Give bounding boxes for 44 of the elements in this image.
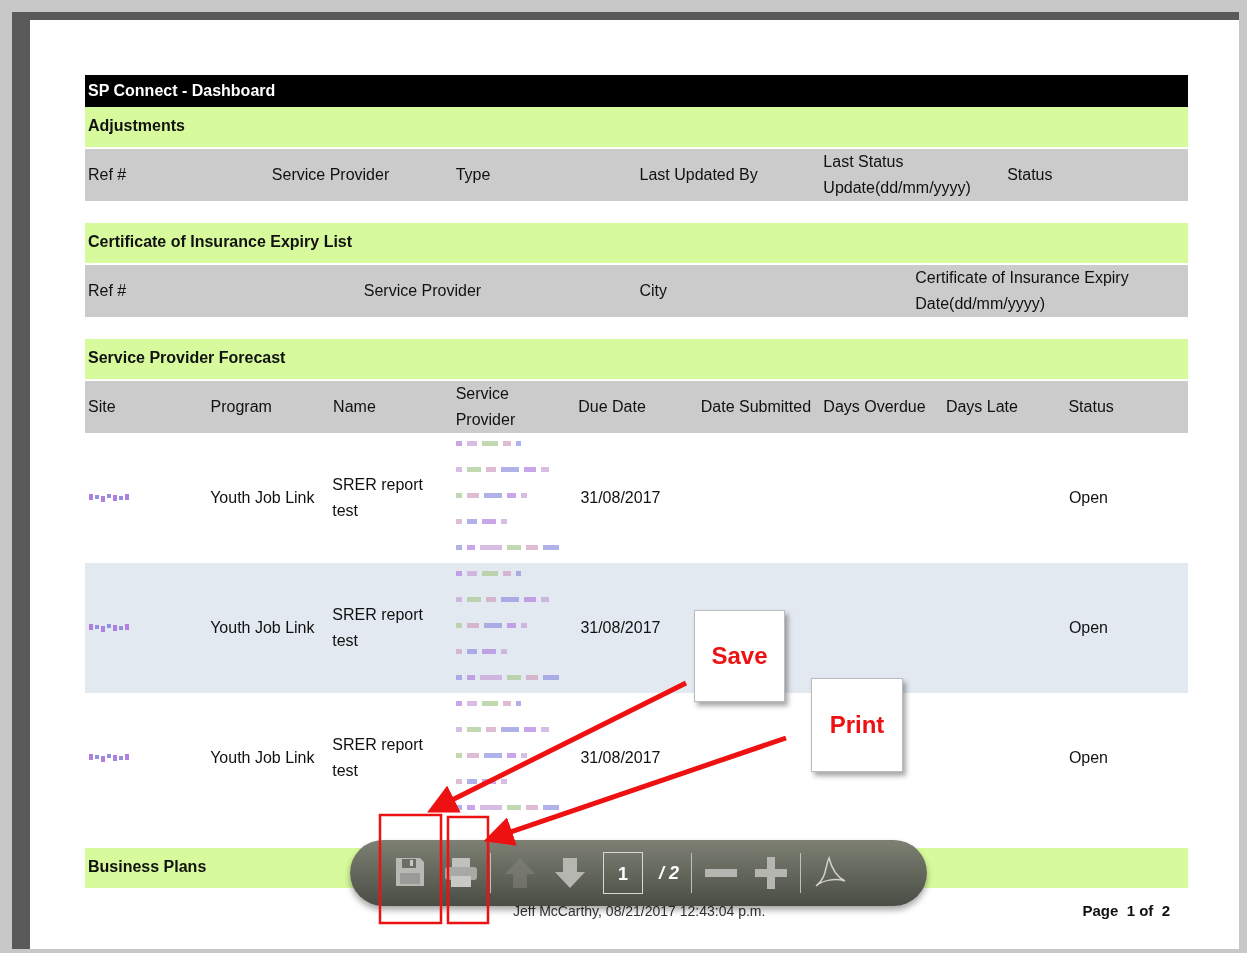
column-header: Days Overdue xyxy=(822,397,927,417)
report-title: SP Connect - Dashboard xyxy=(85,75,1188,107)
section-heading: Service Provider Forecast xyxy=(85,339,1188,379)
column-header: Service Provider xyxy=(270,165,391,185)
section-heading: Certificate of Insurance Expiry List xyxy=(85,223,1188,263)
column-header: Service Provider xyxy=(362,281,483,301)
page-number: Page 1 of 2 xyxy=(1082,902,1170,920)
column-header: Type xyxy=(454,165,492,185)
callout-label: Save xyxy=(694,610,785,702)
table-cell-text: SRER report test xyxy=(332,605,424,651)
table-cell-text: Open xyxy=(1068,488,1108,508)
section-heading: Adjustments xyxy=(85,107,1188,147)
page-number-field[interactable]: 1 xyxy=(603,852,643,894)
column-header: Status xyxy=(1067,397,1115,417)
column-header: Date Submitted xyxy=(699,397,813,417)
page-count: / 2 xyxy=(659,862,679,884)
column-header: Last Status Update(dd/mm/yyyy) xyxy=(822,152,972,198)
plus-icon[interactable] xyxy=(754,856,788,890)
callout-label: Print xyxy=(811,678,903,772)
table-cell-text: 31/08/2017 xyxy=(580,618,661,638)
table-cell-text: 31/08/2017 xyxy=(580,488,661,508)
column-header: City xyxy=(638,281,669,301)
table-cell-text: Youth Job Link xyxy=(210,488,315,508)
print-icon[interactable] xyxy=(444,856,478,890)
trefoil-icon[interactable] xyxy=(813,856,847,890)
column-header: Certificate of Insurance Expiry Date(dd/mm/yyyy) xyxy=(914,268,1130,314)
table-cell-text: SRER report test xyxy=(332,475,424,521)
column-header: Ref # xyxy=(87,165,128,185)
column-header: Last Updated By xyxy=(638,165,759,185)
table-cell-text: Youth Job Link xyxy=(210,748,315,768)
table-cell-text: Open xyxy=(1068,618,1108,638)
down-arrow-icon[interactable] xyxy=(553,856,587,890)
column-header: Program xyxy=(209,397,273,417)
table-cell-text: 31/08/2017 xyxy=(580,748,661,768)
table-cell-text: Open xyxy=(1068,748,1108,768)
column-header: Due Date xyxy=(577,397,647,417)
column-header: Service Provider xyxy=(454,384,517,430)
column-header: Ref # xyxy=(87,281,128,301)
table-cell-text: Youth Job Link xyxy=(210,618,315,638)
column-header: Name xyxy=(332,397,377,417)
column-header: Days Late xyxy=(944,397,1019,417)
column-header: Site xyxy=(87,397,117,417)
column-header: Status xyxy=(1006,165,1054,185)
table-cell-text: SRER report test xyxy=(332,735,424,781)
